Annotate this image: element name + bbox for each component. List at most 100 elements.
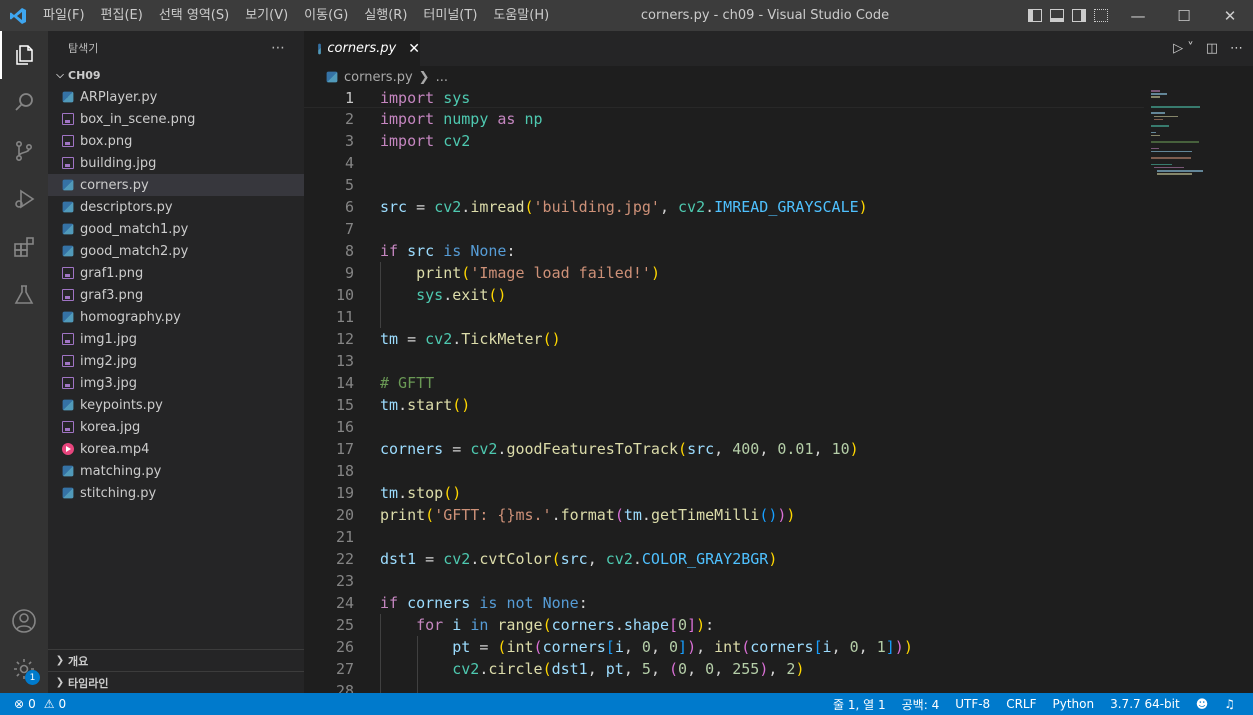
- run-icon[interactable]: ▷ ˅: [1173, 41, 1194, 56]
- menu-file[interactable]: 파일(F): [35, 0, 93, 31]
- file-item[interactable]: korea.mp4: [48, 438, 304, 460]
- feedback-icon[interactable]: ☻: [1188, 697, 1217, 711]
- source-control-icon[interactable]: [0, 127, 48, 175]
- file-item[interactable]: img1.jpg: [48, 328, 304, 350]
- timeline-section[interactable]: ❯ 타임라인: [48, 671, 304, 693]
- toggle-secondary-sidebar-icon[interactable]: [1072, 9, 1086, 22]
- search-icon[interactable]: [0, 79, 48, 127]
- file-item[interactable]: corners.py: [48, 174, 304, 196]
- breadcrumb-more[interactable]: ...: [436, 70, 448, 85]
- account-icon[interactable]: [0, 597, 48, 645]
- menu-selection[interactable]: 선택 영역(S): [151, 0, 237, 31]
- indentation[interactable]: 공백: 4: [894, 696, 948, 713]
- python-file-icon: [326, 71, 338, 83]
- file-list: ARPlayer.py box_in_scene.png box.png buildi…: [48, 86, 304, 504]
- file-item[interactable]: box.png: [48, 130, 304, 152]
- vscode-logo-icon: [0, 0, 35, 31]
- python-interpreter[interactable]: 3.7.7 64-bit: [1102, 697, 1188, 711]
- file-item[interactable]: keypoints.py: [48, 394, 304, 416]
- maximize-icon[interactable]: ☐: [1161, 0, 1207, 31]
- menu-run[interactable]: 실행(R): [356, 0, 415, 31]
- customize-layout-icon[interactable]: [1094, 9, 1108, 22]
- file-item[interactable]: good_match1.py: [48, 218, 304, 240]
- image-file-icon: [62, 421, 74, 433]
- language-mode[interactable]: Python: [1045, 697, 1103, 711]
- encoding[interactable]: UTF-8: [947, 697, 998, 711]
- close-icon[interactable]: ✕: [408, 41, 420, 57]
- file-item[interactable]: box_in_scene.png: [48, 108, 304, 130]
- minimap-line: [1151, 131, 1157, 134]
- tab-corners-py[interactable]: corners.py ✕: [304, 31, 420, 66]
- menu-view[interactable]: 보기(V): [237, 0, 296, 31]
- chevron-down-icon: ⌵: [56, 69, 64, 81]
- menu-edit[interactable]: 편집(E): [93, 0, 151, 31]
- file-item[interactable]: descriptors.py: [48, 196, 304, 218]
- line-number: 6: [344, 198, 354, 216]
- line-number: 4: [344, 154, 354, 172]
- image-file-icon: [62, 113, 74, 125]
- file-name: img1.jpg: [80, 331, 138, 347]
- minimap-line: [1157, 170, 1204, 172]
- toggle-sidebar-icon[interactable]: [1028, 9, 1042, 22]
- code-line: 12 tm = cv2.TickMeter(): [304, 328, 1144, 350]
- python-file-icon: [62, 179, 74, 191]
- file-item[interactable]: homography.py: [48, 306, 304, 328]
- minimap-line: [1151, 141, 1199, 143]
- file-item[interactable]: korea.jpg: [48, 416, 304, 438]
- file-name: good_match1.py: [80, 221, 189, 237]
- code-editor[interactable]: 1 import sys 2 import numpy as np 3 import cv…: [304, 88, 1253, 693]
- file-item[interactable]: graf3.png: [48, 284, 304, 306]
- file-item[interactable]: img2.jpg: [48, 350, 304, 372]
- line-number: 23: [335, 572, 354, 590]
- file-item[interactable]: matching.py: [48, 460, 304, 482]
- more-icon[interactable]: ⋯: [271, 40, 286, 56]
- line-number: 20: [335, 506, 354, 524]
- code-text: for i in range(corners.shape[0]):: [416, 616, 715, 634]
- extensions-icon[interactable]: [0, 223, 48, 271]
- menu-help[interactable]: 도움말(H): [485, 0, 557, 31]
- explorer-title: 탐색기: [68, 41, 99, 55]
- minimize-icon[interactable]: —: [1115, 0, 1161, 31]
- code-text: tm.start(): [380, 396, 471, 414]
- folder-header[interactable]: ⌵ CH09: [48, 64, 304, 86]
- bell-icon[interactable]: ♫: [1216, 697, 1243, 711]
- split-editor-icon[interactable]: ◫: [1206, 41, 1218, 56]
- settings-gear-icon[interactable]: 1: [0, 645, 48, 693]
- file-item[interactable]: stitching.py: [48, 482, 304, 504]
- menu-terminal[interactable]: 터미널(T): [415, 0, 485, 31]
- minimap-line: [1154, 166, 1184, 169]
- code-line: 1 import sys: [304, 88, 1144, 108]
- breadcrumb: corners.py ❯ ...: [304, 66, 1253, 88]
- file-item[interactable]: graf1.png: [48, 262, 304, 284]
- problems-indicator[interactable]: ⊗ 0 ⚠ 0: [0, 697, 66, 711]
- more-actions-icon[interactable]: ⋯: [1230, 41, 1243, 56]
- video-file-icon: [62, 443, 74, 455]
- window-controls: — ☐ ✕: [1115, 0, 1253, 31]
- image-file-icon: [62, 355, 74, 367]
- toggle-panel-icon[interactable]: [1050, 9, 1064, 22]
- code-text: tm.stop(): [380, 484, 462, 502]
- outline-section[interactable]: ❯ 개요: [48, 649, 304, 671]
- error-icon: ⊗: [14, 697, 25, 711]
- file-name: graf3.png: [80, 287, 144, 303]
- breadcrumb-file[interactable]: corners.py: [344, 70, 413, 85]
- explorer-icon[interactable]: [0, 31, 48, 79]
- file-item[interactable]: building.jpg: [48, 152, 304, 174]
- menu-bar: 파일(F) 편집(E) 선택 영역(S) 보기(V) 이동(G) 실행(R) 터…: [35, 0, 557, 31]
- explorer-sidebar: 탐색기 ⋯ ⌵ CH09 ARPlayer.py box_in_scene.png…: [48, 31, 304, 693]
- file-name: good_match2.py: [80, 243, 189, 259]
- file-name: homography.py: [80, 309, 181, 325]
- close-window-icon[interactable]: ✕: [1207, 0, 1253, 31]
- line-number: 13: [335, 352, 354, 370]
- testing-icon[interactable]: [0, 271, 48, 319]
- code-line: 22 dst1 = cv2.cvtColor(src, cv2.COLOR_GRA…: [304, 548, 1144, 570]
- cursor-position[interactable]: 줄 1, 열 1: [825, 696, 894, 713]
- menu-go[interactable]: 이동(G): [296, 0, 356, 31]
- file-item[interactable]: good_match2.py: [48, 240, 304, 262]
- file-item[interactable]: ARPlayer.py: [48, 86, 304, 108]
- minimap-line: [1157, 173, 1193, 175]
- file-item[interactable]: img3.jpg: [48, 372, 304, 394]
- run-debug-icon[interactable]: [0, 175, 48, 223]
- end-of-line[interactable]: CRLF: [998, 697, 1044, 711]
- minimap[interactable]: [1151, 88, 1243, 198]
